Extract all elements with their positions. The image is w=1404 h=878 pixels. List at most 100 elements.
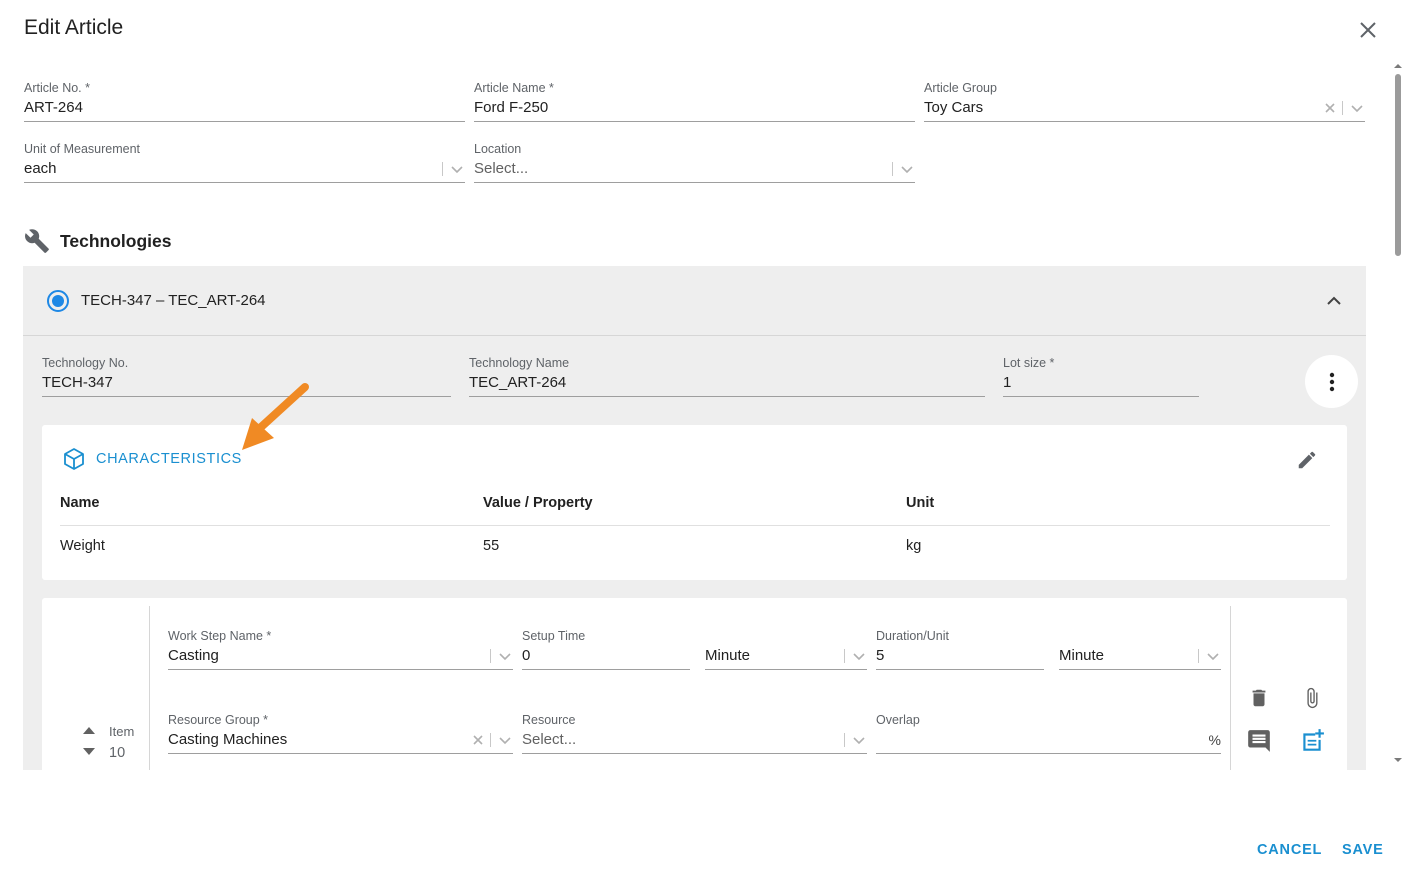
chevron-up-icon[interactable] [1324, 291, 1344, 311]
resource-group-label: Resource Group * [168, 713, 269, 727]
more-options-button[interactable] [1305, 355, 1358, 408]
column-header-unit: Unit [906, 495, 935, 511]
article-name-label: Article Name * [474, 81, 554, 95]
article-group-field: Article Group Toy Cars [924, 80, 1365, 122]
duration-input[interactable]: 5 [876, 644, 1044, 670]
article-group-select[interactable]: Toy Cars [924, 96, 1365, 122]
unit-of-measurement-value: each [24, 160, 57, 177]
resource-field: Resource Select... [522, 712, 867, 754]
close-icon [1360, 22, 1376, 38]
location-field: Location Select... [474, 141, 915, 183]
unit-of-measurement-select[interactable]: each [24, 157, 465, 183]
comment-icon[interactable] [1246, 728, 1272, 754]
work-step-name-field: Work Step Name * Casting [168, 628, 513, 670]
attachment-icon[interactable] [1301, 685, 1323, 711]
duration-unit-field: Duration/Unit 5 [876, 628, 1044, 670]
technology-header[interactable]: TECH-347 – TEC_ART-264 [23, 266, 1366, 336]
article-no-field: Article No. * ART-264 [24, 80, 465, 122]
move-up-icon[interactable] [82, 725, 96, 735]
chevron-down-icon[interactable] [1349, 100, 1365, 116]
technologies-heading: Technologies [24, 228, 172, 254]
work-step-name-select[interactable]: Casting [168, 644, 513, 670]
article-no-label: Article No. * [24, 81, 90, 95]
scroll-up-icon[interactable] [1394, 62, 1402, 70]
add-note-icon[interactable] [1299, 728, 1325, 754]
wrench-icon [25, 229, 49, 253]
overlap-field: Overlap % [876, 712, 1221, 754]
work-step-name-value: Casting [168, 647, 219, 664]
technology-title: TECH-347 – TEC_ART-264 [81, 292, 266, 309]
duration-time-unit-value: Minute [1059, 647, 1105, 664]
technologies-title: Technologies [60, 230, 172, 251]
resource-group-value: Casting Machines [168, 731, 288, 748]
pencil-icon[interactable] [1296, 449, 1318, 471]
characteristic-name-cell: Weight [60, 538, 105, 554]
column-header-value: Value / Property [483, 495, 593, 511]
item-number: 10 [109, 745, 126, 761]
unit-of-measurement-label: Unit of Measurement [24, 142, 141, 156]
resource-group-field: Resource Group * Casting Machines [168, 712, 513, 754]
setup-time-field: Setup Time 0 [522, 628, 690, 670]
setup-time-unit-value: Minute [705, 647, 751, 664]
characteristics-title: CHARACTERISTICS [96, 451, 242, 467]
cube-icon [64, 448, 84, 470]
move-down-icon[interactable] [82, 747, 96, 757]
characteristic-unit-cell: kg [906, 538, 922, 554]
location-select[interactable]: Select... [474, 157, 915, 183]
resource-placeholder: Select... [522, 731, 577, 748]
setup-time-input[interactable]: 0 [522, 644, 690, 670]
cancel-button[interactable]: CANCEL [1257, 842, 1322, 858]
delete-icon[interactable] [1248, 686, 1270, 710]
resource-label: Resource [522, 713, 576, 727]
item-label: Item [109, 724, 135, 739]
lot-size-input[interactable]: 1 [1003, 371, 1199, 397]
chevron-down-icon[interactable] [497, 732, 513, 748]
setup-time-unit-select[interactable]: Minute [705, 644, 867, 670]
clear-icon[interactable] [1324, 102, 1336, 114]
unit-of-measurement-field: Unit of Measurement each [24, 141, 465, 183]
article-group-value: Toy Cars [924, 99, 984, 116]
technology-panel: TECH-347 – TEC_ART-264 Technology No. TE… [23, 266, 1366, 770]
duration-time-unit-select[interactable]: Minute [1059, 644, 1221, 670]
article-no-input[interactable]: ART-264 [24, 96, 465, 122]
chevron-down-icon[interactable] [1205, 648, 1221, 664]
article-group-label: Article Group [924, 81, 997, 95]
work-step-divider-right [1230, 606, 1231, 770]
dialog-title: Edit Article [24, 16, 124, 39]
article-name-input[interactable]: Ford F-250 [474, 96, 915, 122]
characteristics-heading: CHARACTERISTICS [62, 447, 242, 471]
resource-group-select[interactable]: Casting Machines [168, 728, 513, 754]
chevron-down-icon[interactable] [899, 161, 915, 177]
overlap-suffix: % [1208, 732, 1221, 748]
work-step-name-label: Work Step Name * [168, 629, 272, 643]
overlap-label: Overlap [876, 713, 920, 727]
technology-name-field: Technology Name TEC_ART-264 [469, 355, 985, 397]
characteristic-value-cell: 55 [483, 538, 500, 554]
more-vert-icon [1329, 372, 1334, 391]
column-header-name: Name [60, 495, 100, 511]
duration-time-unit-field: Minute [1059, 644, 1221, 670]
location-placeholder: Select... [474, 160, 529, 177]
setup-time-unit-field: Minute [705, 644, 867, 670]
chevron-down-icon[interactable] [449, 161, 465, 177]
setup-time-label: Setup Time [522, 629, 586, 643]
technology-radio[interactable] [47, 290, 69, 312]
chevron-down-icon[interactable] [497, 648, 513, 664]
clear-icon[interactable] [472, 734, 484, 746]
location-label: Location [474, 142, 522, 156]
annotation-arrow-icon [242, 383, 309, 450]
save-button[interactable]: SAVE [1342, 842, 1384, 858]
scrollbar-thumb[interactable] [1395, 74, 1401, 256]
scroll-down-icon[interactable] [1394, 756, 1402, 764]
article-name-field: Article Name * Ford F-250 [474, 80, 915, 122]
work-step-card: Item 10 Work Step Name * Casting Setup T… [42, 598, 1347, 770]
chevron-down-icon[interactable] [851, 648, 867, 664]
chevron-down-icon[interactable] [851, 732, 867, 748]
table-divider [60, 525, 1330, 526]
lot-size-field: Lot size * 1 [1003, 355, 1199, 397]
resource-select[interactable]: Select... [522, 728, 867, 754]
close-button[interactable] [1356, 18, 1380, 42]
technology-name-input[interactable]: TEC_ART-264 [469, 371, 985, 397]
lot-size-label: Lot size * [1003, 356, 1055, 370]
overlap-input[interactable]: % [876, 728, 1221, 754]
